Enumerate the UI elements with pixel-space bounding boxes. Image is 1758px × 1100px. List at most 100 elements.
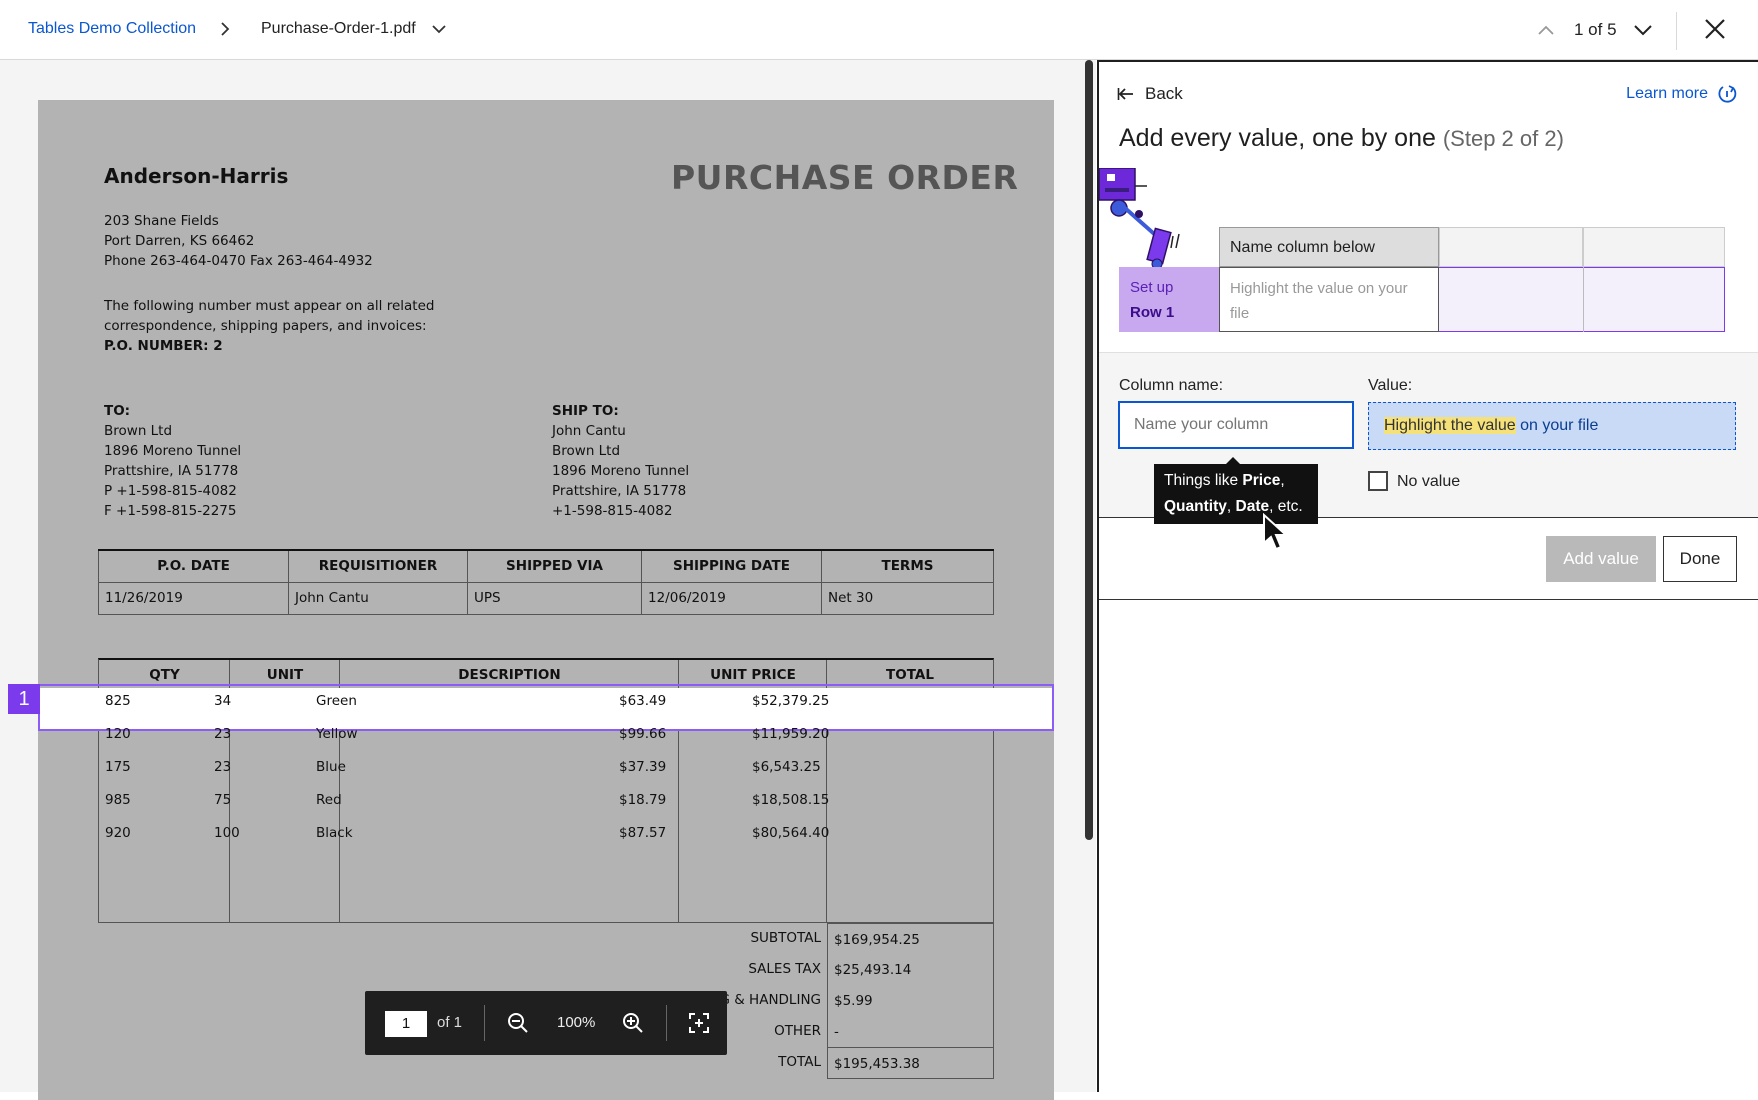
zoom-out-icon[interactable] xyxy=(506,1011,530,1035)
to-label: TO: xyxy=(104,403,131,419)
table-cell: 920 xyxy=(105,825,131,841)
value-highlight-field[interactable]: Highlight the value on your file xyxy=(1368,402,1736,450)
ship-to-label: SHIP TO: xyxy=(552,403,619,419)
table-cell: $11,959.20 xyxy=(752,726,830,742)
scrollbar[interactable] xyxy=(1085,60,1093,840)
table-cell: Net 30 xyxy=(821,581,994,615)
column-name-input[interactable] xyxy=(1118,401,1354,449)
no-value-checkbox[interactable] xyxy=(1368,471,1388,491)
table-cell: $37.39 xyxy=(619,759,667,775)
zoom-toolbar: 1 of 1 100% xyxy=(365,991,727,1055)
panel-heading: Add every value, one by one (Step 2 of 2… xyxy=(1119,124,1564,153)
totals-value: $5.99 xyxy=(827,985,994,1017)
pdf-page: Anderson-Harris PURCHASE ORDER 203 Shane… xyxy=(38,100,1054,1100)
table-cell: $87.57 xyxy=(619,825,667,841)
table-cell: 34 xyxy=(214,693,232,709)
table-cell: 985 xyxy=(105,792,131,808)
table-cell: 12/06/2019 xyxy=(641,581,822,615)
table-cell: $18,508.15 xyxy=(752,792,830,808)
note-line: correspondence, shipping papers, and inv… xyxy=(104,318,427,334)
learn-more-label: Learn more xyxy=(1626,85,1708,102)
table-header: REQUISITIONER xyxy=(288,549,468,583)
table-cell: John Cantu xyxy=(288,581,468,615)
done-button[interactable]: Done xyxy=(1663,536,1737,582)
po-number: P.O. NUMBER: 2 xyxy=(104,338,223,354)
learn-more-link[interactable]: Learn more xyxy=(1626,84,1738,104)
table-cell: 825 xyxy=(105,693,131,709)
table-cell: $52,379.25 xyxy=(752,693,830,709)
table-cell: $99.66 xyxy=(619,726,667,742)
totals-row: SUBTOTAL $169,954.25 xyxy=(678,923,994,955)
chevron-down-icon[interactable] xyxy=(430,20,448,38)
totals-value: $195,453.38 xyxy=(827,1047,994,1079)
ship-to-line: Prattshire, IA 51778 xyxy=(552,483,687,499)
totals-label: SALES TAX xyxy=(748,961,821,977)
file-name[interactable]: Purchase-Order-1.pdf xyxy=(261,20,416,38)
row-number-badge: 1 xyxy=(8,684,40,714)
table-cell: UPS xyxy=(467,581,642,615)
page-number-input[interactable]: 1 xyxy=(385,1011,427,1037)
divider xyxy=(484,1005,485,1041)
setup-label: Set up xyxy=(1130,279,1174,296)
totals-value: $25,493.14 xyxy=(827,954,994,986)
zoom-in-icon[interactable] xyxy=(621,1011,645,1035)
to-line: Brown Ltd xyxy=(104,423,173,439)
divider xyxy=(1676,12,1677,50)
ship-to-line: +1-598-815-4082 xyxy=(552,503,673,519)
document-title: PURCHASE ORDER xyxy=(671,158,1019,197)
back-button[interactable]: Back xyxy=(1117,84,1183,104)
fit-to-screen-icon[interactable] xyxy=(687,1011,711,1035)
table-cell: 11/26/2019 xyxy=(98,581,289,615)
info-refresh-icon xyxy=(1718,85,1737,103)
company-name: Anderson-Harris xyxy=(104,164,289,188)
page-count: of 1 xyxy=(437,1014,463,1031)
tooltip-text: Things like xyxy=(1164,472,1243,489)
address-line: Port Darren, KS 66462 xyxy=(104,233,255,249)
value-label: Value: xyxy=(1368,377,1413,394)
po-note: The following number must appear on all … xyxy=(104,296,434,356)
totals-label: SUBTOTAL xyxy=(750,930,821,946)
totals-value: - xyxy=(827,1016,994,1048)
ship-to-line: Brown Ltd xyxy=(552,443,621,459)
arrow-left-icon xyxy=(1117,88,1133,100)
note-line: The following number must appear on all … xyxy=(104,298,435,314)
column-name-label: Column name: xyxy=(1119,377,1224,394)
table-header: SHIPPED VIA xyxy=(467,549,642,583)
pager-count: 1 of 5 xyxy=(1574,20,1617,39)
add-value-button[interactable]: Add value xyxy=(1546,536,1656,582)
breadcrumb-collection-link[interactable]: Tables Demo Collection xyxy=(28,20,196,38)
tooltip-bold: Price xyxy=(1242,472,1281,489)
table-cell: Black xyxy=(316,825,353,841)
chevron-up-icon[interactable] xyxy=(1536,20,1556,40)
table-cell: Blue xyxy=(316,759,346,775)
preview-divider xyxy=(1583,267,1584,332)
totals-label: OTHER xyxy=(774,1023,821,1039)
highlighted-row[interactable] xyxy=(38,684,1054,731)
row-label: Row 1 xyxy=(1130,304,1175,321)
panel-content: Back Learn more Add every value, one by … xyxy=(1099,60,1758,600)
table-cell: $80,564.40 xyxy=(752,825,830,841)
table-cell: Yellow xyxy=(316,726,358,742)
totals-label: G & HANDLING xyxy=(719,992,821,1008)
table-header: TERMS xyxy=(821,549,994,583)
preview-column-header: Name column below xyxy=(1219,227,1439,267)
value-form: Column name: Value: Highlight the value … xyxy=(1099,352,1758,524)
address-line: Phone 263-464-0470 Fax 263-464-4932 xyxy=(104,253,373,269)
chevron-right-icon xyxy=(221,22,230,36)
table-cell: 23 xyxy=(214,759,232,775)
table-cell: $6,543.25 xyxy=(752,759,821,775)
close-icon[interactable] xyxy=(1700,14,1730,44)
company-address: 203 Shane Fields Port Darren, KS 66462 P… xyxy=(104,211,373,271)
to-line: 1896 Moreno Tunnel xyxy=(104,443,242,459)
totals-value: $169,954.25 xyxy=(827,923,994,955)
table-preview: Name column below Set up Row 1 Highlight… xyxy=(1119,227,1725,332)
table-cell: $63.49 xyxy=(619,693,667,709)
table-cell: 175 xyxy=(105,759,131,775)
chevron-down-icon[interactable] xyxy=(1632,19,1654,41)
to-line: P +1-598-815-4082 xyxy=(104,483,237,499)
table-cell: Green xyxy=(316,693,357,709)
preview-column-header-empty xyxy=(1439,227,1583,267)
to-line: Prattshire, IA 51778 xyxy=(104,463,239,479)
column-name-tooltip: Things like Price, Quantity, Date, etc. xyxy=(1154,457,1318,524)
preview-hint-cell: Highlight the value on your file xyxy=(1219,267,1439,332)
